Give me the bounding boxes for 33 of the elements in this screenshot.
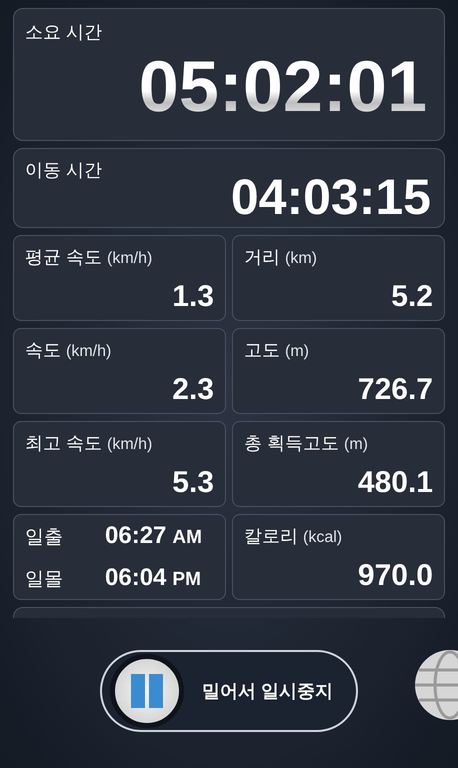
time-suffix: PM bbox=[172, 568, 201, 592]
stat-value: 970.0 bbox=[358, 559, 433, 593]
swipe-to-pause-button[interactable]: 밀어서 일시중지 bbox=[100, 650, 358, 732]
sun-time: 06:04 bbox=[105, 563, 166, 593]
card-label: 소요 시간 bbox=[25, 21, 102, 44]
stat-value: 726.7 bbox=[358, 373, 433, 407]
time-suffix: AM bbox=[172, 526, 202, 550]
unit-label: (km/h) bbox=[107, 435, 152, 455]
stat-value: 5.2 bbox=[391, 280, 433, 314]
unit-label: (km/h) bbox=[107, 249, 152, 269]
stat-value: 1.3 bbox=[172, 280, 214, 314]
stat-value: 480.1 bbox=[358, 466, 433, 500]
unit-label: (km/h) bbox=[66, 342, 112, 362]
sun-time: 06:27 bbox=[105, 521, 166, 551]
stat-value: 5.3 bbox=[172, 466, 214, 500]
card-label: 이동 시간 bbox=[25, 159, 102, 182]
stat-value: 2.3 bbox=[172, 373, 214, 407]
pause-icon[interactable] bbox=[110, 654, 184, 728]
unit-label: (m) bbox=[285, 342, 309, 362]
stat-label: 속도 bbox=[25, 339, 61, 362]
sun-label: 일몰 bbox=[25, 568, 64, 592]
sun-label: 일출 bbox=[25, 526, 64, 550]
globe-icon[interactable] bbox=[413, 650, 458, 720]
stat-label: 칼로리 bbox=[244, 525, 298, 548]
unit-label: (km) bbox=[285, 249, 317, 269]
unit-label: (m) bbox=[344, 435, 368, 455]
stat-label: 최고 속도 bbox=[25, 432, 102, 455]
stat-label: 평균 속도 bbox=[25, 246, 102, 269]
stat-label: 고도 bbox=[244, 339, 280, 362]
stat-label: 거리 bbox=[244, 246, 280, 269]
stat-label: 총 획득고도 bbox=[244, 432, 340, 455]
moving-time: 04:03:15 bbox=[230, 169, 432, 225]
unit-label: (kcal) bbox=[303, 528, 342, 548]
